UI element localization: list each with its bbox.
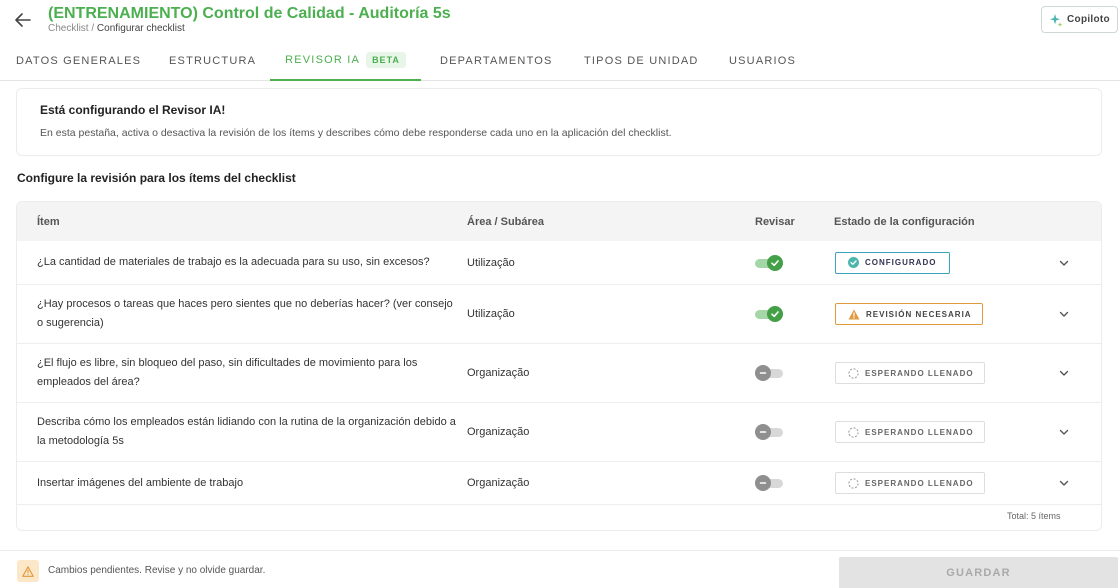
toggle-knob	[767, 306, 783, 322]
breadcrumb-root[interactable]: Checklist	[48, 23, 89, 34]
status-label: REVISIÓN NECESARIA	[866, 309, 972, 319]
item-text: ¿Hay procesos o tareas que haces pero si…	[37, 298, 453, 329]
area-text: Utilização	[467, 256, 515, 269]
breadcrumb-separator: /	[88, 23, 97, 34]
table-header: Ítem Área / Subárea Revisar Estado de la…	[17, 202, 1101, 241]
table-row[interactable]: ¿Hay procesos o tareas que haces pero si…	[17, 285, 1101, 344]
status-label: CONFIGURADO	[865, 258, 937, 267]
table-total: Total: 5 ítems	[1007, 511, 1061, 521]
pending-warning	[17, 560, 39, 582]
info-description: En esta pestaña, activa o desactiva la r…	[40, 127, 672, 139]
status-badge: ESPERANDO LLENADO	[835, 362, 985, 384]
column-header-item: Ítem	[37, 215, 60, 228]
tab-label: ESTRUCTURA	[169, 54, 257, 67]
tab-label: DEPARTAMENTOS	[440, 54, 553, 67]
warning-triangle-icon	[848, 309, 860, 319]
review-toggle[interactable]	[755, 254, 783, 271]
pending-changes-message: Cambios pendientes. Revise y no olvide g…	[48, 565, 266, 576]
table-row[interactable]: ¿El flujo es libre, sin bloqueo del paso…	[17, 344, 1101, 403]
review-toggle[interactable]	[755, 475, 783, 491]
column-header-review: Revisar	[755, 215, 795, 228]
dashed-circle-icon	[848, 367, 859, 379]
status-label: ESPERANDO LLENADO	[865, 478, 974, 488]
copilot-label: Copiloto	[1067, 14, 1110, 25]
area-text: Utilização	[467, 308, 515, 320]
tab-tipos-de-unidad[interactable]: TIPOS DE UNIDAD	[584, 40, 697, 81]
tab-estructura[interactable]: ESTRUCTURA	[169, 40, 257, 81]
expand-row-button[interactable]	[1057, 476, 1071, 490]
breadcrumb: Checklist / Configurar checklist	[48, 23, 185, 34]
sparkle-icon	[1050, 13, 1063, 27]
chevron-down-icon	[1059, 480, 1069, 486]
toggle-knob	[755, 475, 771, 491]
toggle-knob	[755, 424, 771, 440]
expand-row-button[interactable]	[1057, 425, 1071, 439]
check-icon	[771, 311, 779, 318]
toggle-knob	[755, 365, 771, 381]
table-row[interactable]: Describa cómo los empleados están lidian…	[17, 403, 1101, 462]
toggle-knob	[767, 254, 783, 271]
item-text: Insertar imágenes del ambiente de trabaj…	[37, 476, 244, 489]
review-toggle[interactable]	[755, 424, 783, 440]
chevron-down-icon	[1059, 311, 1069, 317]
column-header-status: Estado de la configuración	[834, 215, 975, 228]
chevron-down-icon	[1059, 370, 1069, 376]
status-badge: CONFIGURADO	[835, 251, 950, 274]
item-text: Describa cómo los empleados están lidian…	[37, 416, 456, 447]
tab-label: TIPOS DE UNIDAD	[584, 54, 699, 67]
info-card: Está configurando el Revisor IA! En esta…	[16, 88, 1102, 156]
back-button[interactable]	[12, 9, 34, 31]
minus-icon	[759, 482, 767, 484]
tab-usuarios[interactable]: USUARIOS	[729, 40, 795, 81]
items-table: Ítem Área / Subárea Revisar Estado de la…	[16, 201, 1102, 531]
arrow-left-icon	[15, 13, 31, 27]
chevron-down-icon	[1059, 429, 1069, 435]
status-badge: ESPERANDO LLENADO	[835, 421, 985, 443]
info-title: Está configurando el Revisor IA!	[40, 103, 226, 117]
item-text: ¿La cantidad de materiales de trabajo es…	[37, 256, 430, 268]
expand-row-button[interactable]	[1057, 366, 1071, 380]
area-text: Organização	[467, 477, 530, 489]
dashed-circle-icon	[848, 426, 859, 438]
chevron-down-icon	[1059, 260, 1069, 266]
tab-label: DATOS GENERALES	[16, 54, 142, 67]
status-badge: ESPERANDO LLENADO	[835, 472, 985, 494]
check-circle-icon	[848, 257, 859, 268]
table-row[interactable]: Insertar imágenes del ambiente de trabaj…	[17, 462, 1101, 505]
page-title: (ENTRENAMIENTO) Control de Calidad - Aud…	[48, 5, 451, 22]
status-badge: REVISIÓN NECESARIA	[835, 303, 983, 325]
review-toggle[interactable]	[755, 365, 783, 381]
warning-triangle-icon	[22, 565, 34, 577]
tab-label: REVISOR IA	[285, 53, 361, 66]
tab-departamentos[interactable]: DEPARTAMENTOS	[440, 40, 553, 81]
item-text: ¿El flujo es libre, sin bloqueo del paso…	[37, 357, 418, 388]
expand-row-button[interactable]	[1057, 307, 1071, 321]
section-title: Configure la revisión para los ítems del…	[17, 171, 296, 185]
tab-label: USUARIOS	[729, 54, 797, 67]
status-label: ESPERANDO LLENADO	[865, 368, 974, 378]
check-icon	[771, 259, 779, 266]
beta-badge: BETA	[366, 51, 406, 68]
area-text: Organização	[467, 426, 530, 438]
minus-icon	[759, 372, 767, 374]
tab-revisor-ia[interactable]: REVISOR IA BETA	[270, 40, 421, 81]
status-label: ESPERANDO LLENADO	[865, 427, 974, 437]
area-text: Organização	[467, 367, 530, 379]
minus-icon	[759, 431, 767, 433]
breadcrumb-current: Configurar checklist	[96, 23, 185, 34]
dashed-circle-icon	[848, 477, 859, 489]
review-toggle[interactable]	[755, 306, 783, 322]
page-header: (ENTRENAMIENTO) Control de Calidad - Aud…	[0, 0, 1120, 40]
footer-bar: Cambios pendientes. Revise y no olvide g…	[0, 550, 1120, 588]
tab-bar: DATOS GENERALES ESTRUCTURA REVISOR IA BE…	[0, 40, 1120, 81]
table-row[interactable]: ¿La cantidad de materiales de trabajo es…	[17, 241, 1101, 285]
column-header-area: Área / Subárea	[467, 215, 545, 228]
expand-row-button[interactable]	[1057, 256, 1071, 270]
tab-datos-generales[interactable]: DATOS GENERALES	[16, 40, 140, 81]
copilot-button[interactable]: Copiloto	[1041, 6, 1118, 33]
save-button[interactable]: GUARDAR	[839, 557, 1118, 588]
